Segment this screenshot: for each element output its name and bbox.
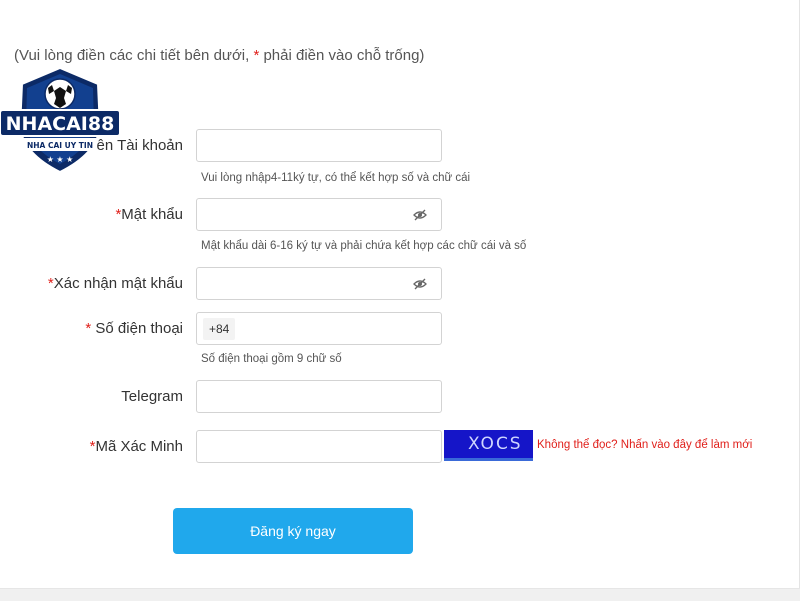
confirm-password-label-text: Xác nhận mật khẩu (53, 275, 183, 292)
eye-slash-icon[interactable] (413, 209, 427, 221)
telegram-label: Telegram (121, 388, 183, 405)
logo-brand-text: NHACAI88 (6, 113, 115, 135)
confirm-password-field[interactable] (196, 267, 442, 300)
phone-input[interactable] (197, 313, 441, 344)
phone-field[interactable]: +84 (196, 312, 442, 345)
form-instructions: (Vui lòng điền các chi tiết bên dưới, * … (14, 47, 424, 64)
telegram-input[interactable] (197, 381, 441, 412)
password-hint: Mật khẩu dài 6-16 ký tự và phải chứa kết… (201, 240, 527, 252)
password-label: *Mật khẩu (115, 206, 183, 223)
username-field[interactable] (196, 129, 442, 162)
password-label-text: Mật khẩu (121, 206, 183, 223)
captcha-image-text: XOCS (468, 434, 523, 454)
page-footer-strip (0, 588, 800, 601)
confirm-password-input[interactable] (197, 268, 441, 299)
password-field[interactable] (196, 198, 442, 231)
phone-label-text: Số điện thoại (95, 320, 183, 337)
username-input[interactable] (197, 130, 441, 161)
phone-hint: Số điện thoại gồm 9 chữ số (201, 353, 342, 365)
phone-label: * Số điện thoại (85, 320, 183, 337)
captcha-input[interactable] (197, 431, 441, 462)
captcha-image[interactable]: XOCS (444, 430, 533, 461)
captcha-field[interactable] (196, 430, 442, 463)
logo-tagline-text: NHA CAI UY TIN (27, 141, 93, 150)
password-input[interactable] (197, 199, 441, 230)
eye-slash-icon[interactable] (413, 278, 427, 290)
nhacai88-logo: NHACAI88 NHA CAI UY TIN ★ ★ ★ (0, 66, 120, 174)
username-hint: Vui lòng nhập4-11ký tự, có thể kết hợp s… (201, 172, 471, 184)
instructions-prefix: (Vui lòng điền các chi tiết bên dưới, (14, 47, 254, 64)
confirm-password-label: *Xác nhận mật khẩu (48, 275, 183, 292)
captcha-refresh-link[interactable]: Không thể đọc? Nhấn vào đây để làm mới (537, 439, 752, 451)
telegram-label-text: Telegram (121, 388, 183, 405)
registration-panel: (Vui lòng điền các chi tiết bên dưới, * … (0, 0, 800, 588)
logo-stars-icon: ★ ★ ★ (47, 155, 74, 164)
captcha-label: *Mã Xác Minh (90, 438, 183, 455)
instructions-suffix: phải điền vào chỗ trống) (259, 47, 425, 64)
register-now-button[interactable]: Đăng ký ngay (173, 508, 413, 554)
phone-required-asterisk: * (85, 320, 96, 337)
telegram-field[interactable] (196, 380, 442, 413)
captcha-label-text: Mã Xác Minh (95, 438, 183, 455)
